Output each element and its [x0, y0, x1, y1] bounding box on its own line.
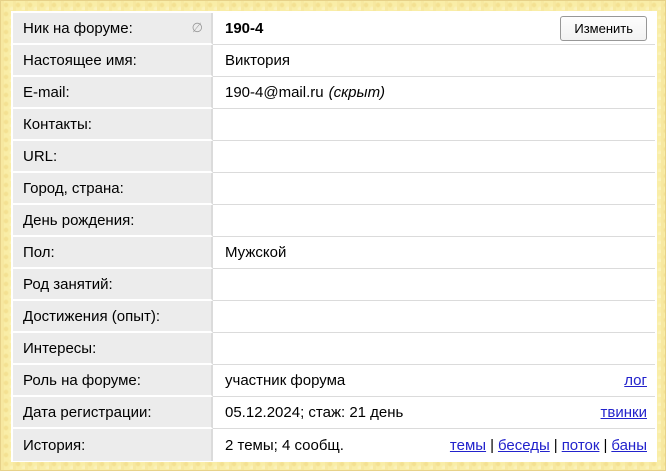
- table-row-contacts: Контакты:: [13, 109, 655, 141]
- table-row-gender: Пол: Мужской: [13, 237, 655, 269]
- link-separator: |: [490, 437, 494, 454]
- edit-button[interactable]: Изменить: [560, 16, 647, 41]
- history-value: 2 темы; 4 сообщ.: [225, 437, 344, 454]
- occupation-label: Род занятий:: [13, 269, 213, 301]
- table-row-city: Город, страна:: [13, 173, 655, 205]
- url-label: URL:: [13, 141, 213, 173]
- gender-label: Пол:: [13, 237, 213, 269]
- regdate-value: 05.12.2024; стаж: 21 день: [225, 404, 403, 421]
- bans-link[interactable]: баны: [611, 437, 647, 454]
- email-label: E-mail:: [13, 77, 213, 109]
- interests-value: [213, 333, 655, 365]
- achievements-label: Достижения (опыт):: [13, 301, 213, 333]
- profile-card: Ник на форуме: ∅ 190-4 Изменить Настояще…: [11, 11, 657, 462]
- realname-label: Настоящее имя:: [13, 45, 213, 77]
- table-row-history: История: 2 темы; 4 сообщ. темы|беседы|по…: [13, 429, 655, 461]
- birthday-label: День рождения:: [13, 205, 213, 237]
- nickname-value: 190-4: [225, 20, 263, 37]
- table-row-realname: Настоящее имя: Виктория: [13, 45, 655, 77]
- table-row-interests: Интересы:: [13, 333, 655, 365]
- city-label: Город, страна:: [13, 173, 213, 205]
- history-links: темы|беседы|поток|баны: [450, 437, 647, 454]
- page-background: Ник на форуме: ∅ 190-4 Изменить Настояще…: [0, 0, 666, 471]
- twinks-link[interactable]: твинки: [601, 404, 647, 421]
- table-row-achievements: Достижения (опыт):: [13, 301, 655, 333]
- gender-value: Мужской: [213, 237, 655, 269]
- nickname-value-cell: 190-4 Изменить: [213, 13, 655, 45]
- role-label: Роль на форуме:: [13, 365, 213, 397]
- birthday-value: [213, 205, 655, 237]
- email-value-cell: 190-4@mail.ru (скрыт): [213, 77, 655, 109]
- realname-value: Виктория: [213, 45, 655, 77]
- table-row-occupation: Род занятий:: [13, 269, 655, 301]
- stream-link[interactable]: поток: [562, 437, 600, 454]
- role-value: участник форума: [225, 372, 345, 389]
- history-value-cell: 2 темы; 4 сообщ. темы|беседы|поток|баны: [213, 429, 655, 461]
- topics-link[interactable]: темы: [450, 437, 486, 454]
- table-row-nickname: Ник на форуме: ∅ 190-4 Изменить: [13, 13, 655, 45]
- role-value-cell: участник форума лог: [213, 365, 655, 397]
- interests-label: Интересы:: [13, 333, 213, 365]
- nickname-label: Ник на форуме:: [23, 20, 133, 37]
- profile-table: Ник на форуме: ∅ 190-4 Изменить Настояще…: [13, 13, 655, 461]
- url-value: [213, 141, 655, 173]
- table-row-birthday: День рождения:: [13, 205, 655, 237]
- table-row-role: Роль на форуме: участник форума лог: [13, 365, 655, 397]
- email-hidden-note: (скрыт): [329, 84, 385, 101]
- nickname-label-cell: Ник на форуме: ∅: [13, 13, 213, 45]
- table-row-regdate: Дата регистрации: 05.12.2024; стаж: 21 д…: [13, 397, 655, 429]
- contacts-label: Контакты:: [13, 109, 213, 141]
- link-separator: |: [554, 437, 558, 454]
- regdate-label: Дата регистрации:: [13, 397, 213, 429]
- table-row-email: E-mail: 190-4@mail.ru (скрыт): [13, 77, 655, 109]
- link-separator: |: [603, 437, 607, 454]
- achievements-value: [213, 301, 655, 333]
- table-row-url: URL:: [13, 141, 655, 173]
- empty-set-icon: ∅: [192, 20, 205, 36]
- regdate-value-cell: 05.12.2024; стаж: 21 день твинки: [213, 397, 655, 429]
- city-value: [213, 173, 655, 205]
- email-value: 190-4@mail.ru: [225, 84, 324, 101]
- log-link[interactable]: лог: [624, 372, 647, 389]
- talks-link[interactable]: беседы: [498, 437, 550, 454]
- contacts-value: [213, 109, 655, 141]
- occupation-value: [213, 269, 655, 301]
- history-label: История:: [13, 429, 213, 461]
